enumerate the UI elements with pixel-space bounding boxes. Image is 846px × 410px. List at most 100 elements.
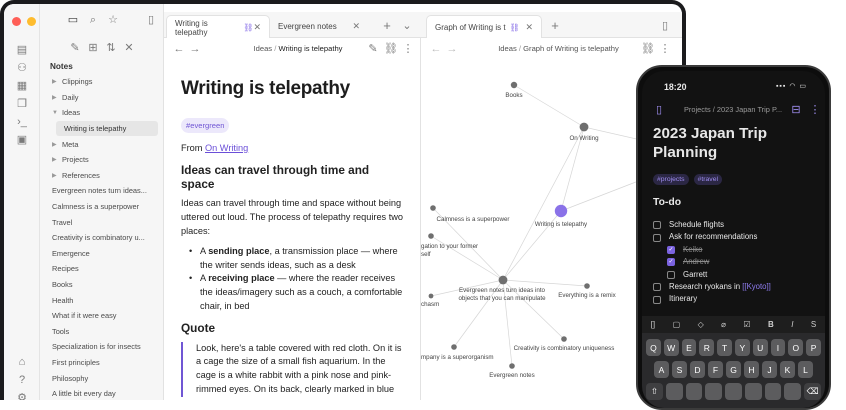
settings-icon[interactable]: ⚙ xyxy=(15,392,29,400)
key[interactable]: D xyxy=(690,361,705,378)
key[interactable]: S xyxy=(672,361,687,378)
key[interactable] xyxy=(764,383,782,400)
link-icon[interactable]: ⛓ xyxy=(641,43,655,55)
tag-projects[interactable]: #projects xyxy=(653,174,689,185)
close-tab-icon[interactable]: ✕ xyxy=(352,21,360,32)
vault-icon[interactable]: ⌂ xyxy=(15,356,29,368)
tree-file[interactable]: Calmness is a superpower xyxy=(40,199,164,215)
sidebar-toggle-icon[interactable]: ▯ xyxy=(652,104,666,116)
key[interactable] xyxy=(784,383,802,400)
key[interactable]: F xyxy=(708,361,723,378)
tag-travel[interactable]: #travel xyxy=(693,174,722,185)
key[interactable]: U xyxy=(752,339,768,356)
key[interactable]: Q xyxy=(646,339,661,356)
key[interactable]: A xyxy=(654,361,669,378)
todo-item[interactable]: Research ryokans in [[Kyoto]] xyxy=(653,281,771,293)
more-options-icon[interactable]: ⋮ xyxy=(658,43,672,55)
key[interactable]: O xyxy=(788,339,804,356)
search-icon[interactable]: ⌕ xyxy=(86,14,100,26)
key[interactable]: J xyxy=(762,361,777,378)
node-writing-is-telepathy[interactable] xyxy=(554,204,568,218)
node-books[interactable] xyxy=(510,81,518,89)
key[interactable] xyxy=(685,383,703,400)
close-tab-icon[interactable]: ✕ xyxy=(525,22,533,33)
italic-icon[interactable]: I xyxy=(791,320,793,329)
strikethrough-icon[interactable]: S xyxy=(811,320,816,329)
terminal-icon[interactable]: ›_ xyxy=(15,116,29,128)
brackets-icon[interactable]: [] xyxy=(651,320,655,329)
key[interactable]: H xyxy=(744,361,759,378)
graph-icon[interactable]: ⚇ xyxy=(15,62,29,74)
more-options-icon[interactable]: ⋮ xyxy=(808,104,822,116)
tree-file[interactable]: Books xyxy=(40,277,164,293)
tree-folder-references[interactable]: ▶ References xyxy=(40,168,164,184)
checkbox[interactable] xyxy=(653,233,661,242)
attachment-icon[interactable]: ⌀ xyxy=(721,320,726,329)
new-tab-icon[interactable]: + xyxy=(548,19,562,32)
checkbox[interactable] xyxy=(653,295,661,304)
tag-evergreen[interactable]: #evergreen xyxy=(181,118,230,133)
tree-folder-daily[interactable]: ▶ Daily xyxy=(40,90,164,106)
note-title[interactable]: 2023 Japan Trip Planning xyxy=(653,125,803,162)
file-icon[interactable]: ▢ xyxy=(673,320,681,329)
files-icon[interactable]: ▤ xyxy=(15,44,29,56)
tree-folder-clippings[interactable]: ▶ Clippings xyxy=(40,74,164,90)
tree-file[interactable]: A little bit every day xyxy=(40,386,164,400)
node-former-self[interactable] xyxy=(428,233,434,239)
checklist-icon[interactable]: ☑ xyxy=(743,320,750,329)
checkbox[interactable] xyxy=(667,270,675,279)
tree-file[interactable]: Travel xyxy=(40,214,164,230)
checkbox-checked[interactable]: ✓ xyxy=(667,245,675,254)
tree-folder-ideas[interactable]: ▼ Ideas xyxy=(40,105,164,121)
tree-file[interactable]: First principles xyxy=(40,355,164,371)
tree-file[interactable]: Specialization is for insects xyxy=(40,339,164,355)
tree-file[interactable]: Emergence xyxy=(40,246,164,262)
node-creativity[interactable] xyxy=(561,336,567,342)
tab-writing-is-telepathy[interactable]: Writing is telepathy ⛓ ✕ xyxy=(166,15,270,39)
breadcrumb-note[interactable]: 2023 Japan Trip P... xyxy=(717,105,782,114)
folder-icon[interactable]: ▭ xyxy=(66,14,80,26)
tree-file[interactable]: Evergreen notes turn ideas... xyxy=(40,183,164,199)
tab-evergreen-notes[interactable]: Evergreen notes ✕ xyxy=(270,15,368,38)
edit-icon[interactable]: ✎ xyxy=(366,43,380,55)
key[interactable]: K xyxy=(780,361,795,378)
kyoto-link[interactable]: [[Kyoto]] xyxy=(742,281,771,294)
node-evergreen-notes[interactable] xyxy=(509,363,515,369)
todo-item[interactable]: Ask for recommendations xyxy=(653,231,771,243)
node-superorganism[interactable] xyxy=(451,344,457,350)
tree-file-writing-is-telepathy[interactable]: Writing is telepathy xyxy=(56,120,158,137)
tree-file[interactable]: Philosophy xyxy=(40,370,164,386)
tag-icon[interactable]: ◇ xyxy=(698,320,704,329)
breadcrumb-note[interactable]: Writing is telepathy xyxy=(278,44,342,53)
sidebar-toggle-icon[interactable]: ▯ xyxy=(144,14,158,26)
new-folder-icon[interactable]: ⊞ xyxy=(86,42,100,54)
tree-file[interactable]: Tools xyxy=(40,324,164,340)
bold-icon[interactable]: B xyxy=(768,320,774,329)
minimize-window-button[interactable] xyxy=(27,17,36,26)
todo-item[interactable]: Garrett xyxy=(667,269,771,281)
new-tab-icon[interactable]: + xyxy=(380,19,394,32)
breadcrumb-note[interactable]: Graph of Writing is telepathy xyxy=(523,44,619,53)
shift-key[interactable]: ⇧ xyxy=(646,383,663,400)
collapse-icon[interactable]: ✕ xyxy=(122,42,136,54)
tree-file[interactable]: Recipes xyxy=(40,261,164,277)
note-body[interactable]: From On Writing Ideas can travel through… xyxy=(181,142,405,397)
help-icon[interactable]: ? xyxy=(15,374,29,386)
key[interactable] xyxy=(744,383,762,400)
close-window-button[interactable] xyxy=(12,17,21,26)
key[interactable]: G xyxy=(726,361,741,378)
chevron-down-icon[interactable]: ⌄ xyxy=(400,20,414,32)
key[interactable] xyxy=(665,383,683,400)
key[interactable] xyxy=(725,383,742,400)
key[interactable]: T xyxy=(717,339,732,356)
key[interactable]: I xyxy=(770,339,786,356)
note-title[interactable]: Writing is telepathy xyxy=(181,78,350,100)
tree-file[interactable]: What if it were easy xyxy=(40,308,164,324)
key[interactable]: E xyxy=(681,339,697,356)
key[interactable]: W xyxy=(663,339,679,356)
node-remix[interactable] xyxy=(584,283,590,289)
breadcrumb-folder[interactable]: Ideas xyxy=(498,44,517,53)
node-evergreen-manipulate[interactable] xyxy=(498,275,508,285)
node-on-writing[interactable] xyxy=(579,122,589,132)
todo-item[interactable]: ✓ Andrew xyxy=(667,256,771,268)
